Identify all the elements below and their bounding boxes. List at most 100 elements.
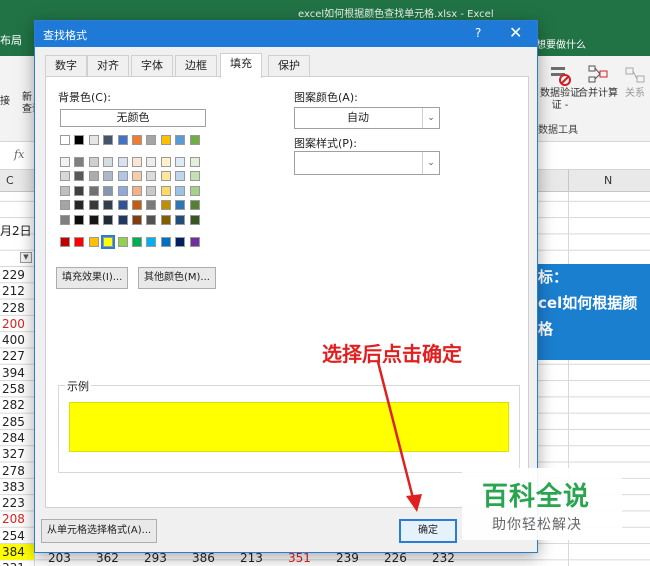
cell-value[interactable]: 362 [96, 551, 119, 565]
cell-value[interactable]: 254 [0, 528, 34, 544]
cell-value[interactable]: 213 [240, 551, 263, 565]
color-swatch[interactable] [103, 185, 114, 196]
color-swatch[interactable] [117, 171, 128, 182]
color-swatch[interactable] [189, 200, 200, 211]
color-swatch[interactable] [146, 237, 157, 247]
column-header-c[interactable]: C [6, 174, 14, 187]
color-swatch[interactable] [175, 214, 186, 225]
pattern-style-dropdown[interactable]: ⌄ [294, 151, 440, 175]
color-swatch[interactable] [74, 157, 85, 167]
tab-alignment[interactable]: 对齐 [87, 55, 129, 77]
color-swatch[interactable] [88, 185, 99, 196]
close-icon[interactable]: ✕ [509, 23, 522, 42]
color-swatch[interactable] [189, 157, 200, 167]
cell-value[interactable]: 351 [288, 551, 311, 565]
color-swatch[interactable] [60, 185, 70, 196]
cell-value[interactable]: 208 [0, 511, 34, 527]
color-swatch[interactable] [117, 157, 128, 167]
relationships-button[interactable]: 关系 [624, 64, 646, 100]
color-swatch[interactable] [160, 135, 171, 145]
cell-value[interactable]: 239 [336, 551, 359, 565]
cell-value[interactable]: 200 [0, 316, 34, 332]
cell-value[interactable]: 284 [0, 430, 34, 446]
tab-border[interactable]: 边框 [175, 55, 217, 77]
cell-value[interactable]: 232 [432, 551, 455, 565]
color-swatch[interactable] [60, 171, 70, 182]
color-swatch[interactable] [189, 135, 200, 145]
color-swatch[interactable] [132, 237, 142, 247]
help-icon[interactable]: ? [475, 26, 481, 40]
color-swatch[interactable] [101, 235, 116, 249]
cell-value[interactable]: 384 [0, 544, 34, 561]
color-swatch[interactable] [175, 185, 186, 196]
color-swatch[interactable] [160, 185, 171, 196]
color-swatch[interactable] [160, 214, 171, 225]
color-swatch[interactable] [146, 171, 157, 182]
cell-value[interactable]: 278 [0, 463, 34, 479]
date-cell[interactable]: 月2日 [0, 222, 32, 239]
color-swatch[interactable] [103, 171, 114, 182]
tab-protection[interactable]: 保护 [268, 55, 310, 77]
color-swatch[interactable] [132, 135, 142, 145]
color-swatch[interactable] [146, 200, 157, 211]
color-swatch[interactable] [132, 157, 142, 167]
pattern-color-dropdown[interactable]: 自动 ⌄ [294, 107, 440, 129]
filter-dropdown-icon[interactable]: ▼ [20, 252, 32, 263]
color-swatch[interactable] [88, 135, 99, 145]
cell-value[interactable]: 327 [0, 446, 34, 462]
color-swatch[interactable] [132, 214, 142, 225]
color-swatch[interactable] [74, 135, 85, 145]
color-swatch[interactable] [88, 171, 99, 182]
color-swatch[interactable] [60, 157, 70, 167]
color-swatch[interactable] [117, 214, 128, 225]
cell-value[interactable]: 228 [0, 300, 34, 316]
more-colors-button[interactable]: 其他颜色(M)... [138, 267, 216, 289]
color-swatch[interactable] [103, 200, 114, 211]
color-swatch[interactable] [189, 185, 200, 196]
cell-value[interactable]: 383 [0, 479, 34, 495]
cell-value[interactable]: 223 [0, 495, 34, 511]
cell-value[interactable]: 227 [0, 348, 34, 364]
cell-value[interactable]: 394 [0, 365, 34, 381]
color-swatch[interactable] [103, 157, 114, 167]
color-swatch[interactable] [74, 237, 85, 247]
color-swatch[interactable] [103, 135, 114, 145]
tab-font[interactable]: 字体 [131, 55, 173, 77]
color-swatch[interactable] [189, 171, 200, 182]
cell-value[interactable]: 229 [0, 267, 34, 283]
cell-value[interactable]: 258 [0, 381, 34, 397]
cell-value[interactable]: 226 [384, 551, 407, 565]
color-swatch[interactable] [60, 214, 70, 225]
color-swatch[interactable] [146, 214, 157, 225]
color-swatch[interactable] [132, 200, 142, 211]
color-swatch[interactable] [160, 171, 171, 182]
color-swatch[interactable] [175, 135, 186, 145]
fill-effects-button[interactable]: 填充效果(I)... [56, 267, 129, 289]
cell-value[interactable]: 400 [0, 332, 34, 348]
color-swatch[interactable] [60, 135, 70, 145]
cell-value[interactable]: 386 [192, 551, 215, 565]
color-swatch[interactable] [74, 214, 85, 225]
no-color-button[interactable]: 无颜色 [60, 109, 206, 127]
color-swatch[interactable] [175, 237, 186, 247]
color-swatch[interactable] [160, 200, 171, 211]
color-swatch[interactable] [160, 157, 171, 167]
color-swatch[interactable] [175, 157, 186, 167]
tab-fill[interactable]: 填充 [220, 53, 262, 78]
color-swatch[interactable] [175, 200, 186, 211]
color-swatch[interactable] [146, 157, 157, 167]
color-swatch[interactable] [146, 135, 157, 145]
cell-value[interactable]: 285 [0, 414, 34, 430]
color-swatch[interactable] [117, 135, 128, 145]
cell-value[interactable]: 203 [48, 551, 71, 565]
color-swatch[interactable] [88, 214, 99, 225]
color-swatch[interactable] [160, 237, 171, 247]
color-swatch[interactable] [132, 185, 142, 196]
color-swatch[interactable] [132, 171, 142, 182]
tab-number[interactable]: 数字 [45, 55, 87, 77]
ribbon-tab-layout[interactable]: 布局 [0, 32, 22, 48]
color-swatch[interactable] [60, 237, 70, 247]
choose-format-from-cell-button[interactable]: 从单元格选择格式(A)... [41, 519, 158, 543]
cell-value[interactable]: 293 [144, 551, 167, 565]
color-swatch[interactable] [189, 214, 200, 225]
